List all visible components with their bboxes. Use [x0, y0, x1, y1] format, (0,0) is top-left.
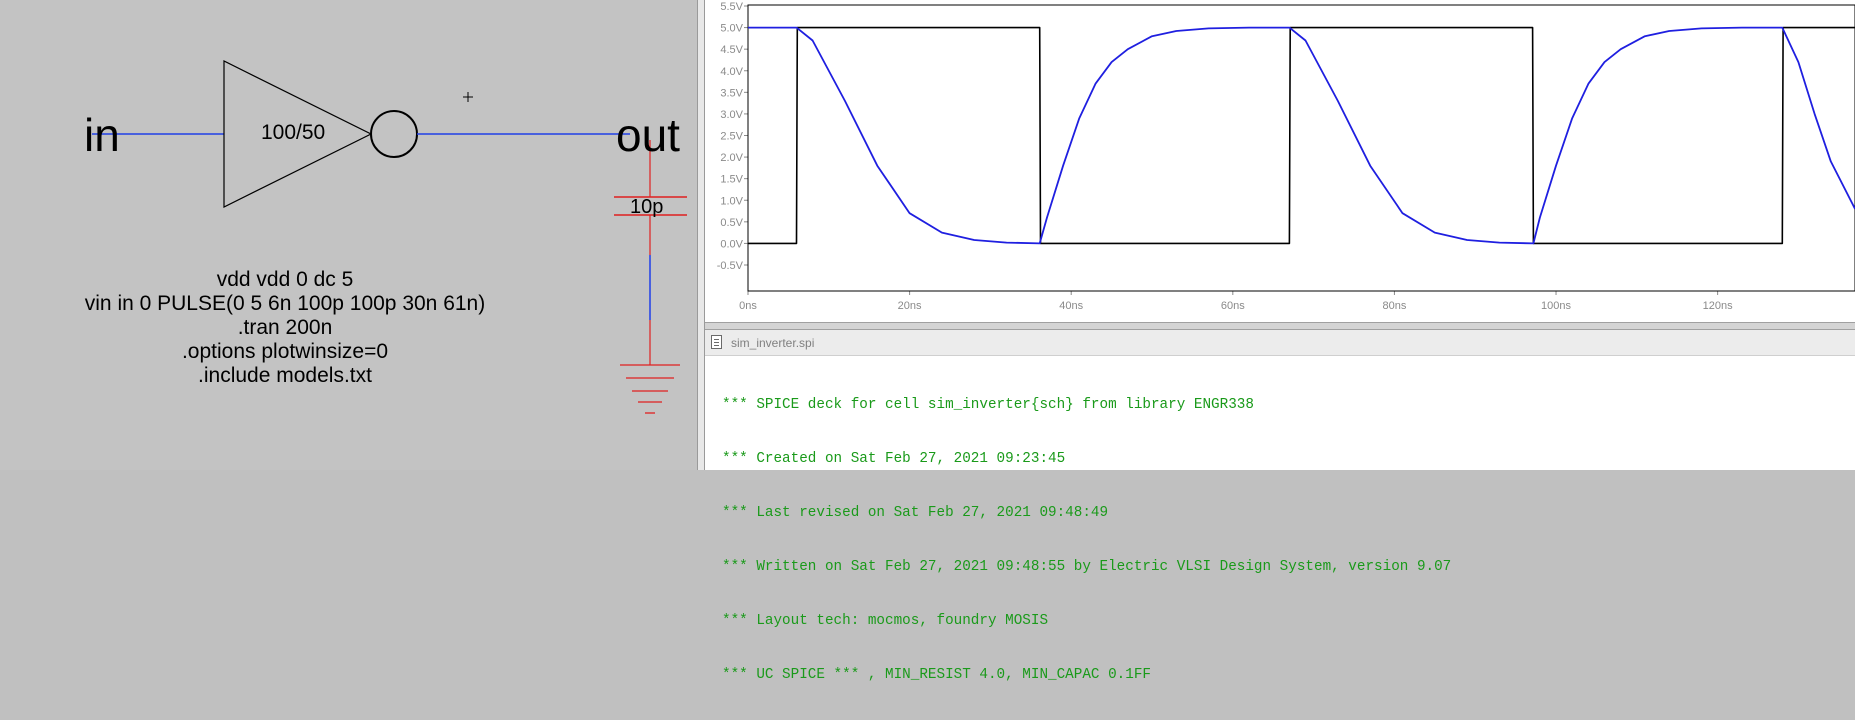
y-tick-label: 0.0V	[720, 238, 743, 250]
x-tick-label: 40ns	[1059, 300, 1083, 312]
spice-line[interactable]: vdd vdd 0 dc 5	[0, 268, 570, 292]
trace-vin[interactable]	[748, 26, 1855, 245]
trace-vout[interactable]	[748, 26, 1855, 245]
y-tick-label: 2.0V	[720, 152, 743, 164]
vertical-splitter[interactable]	[697, 0, 705, 470]
y-tick-label: 3.0V	[720, 109, 743, 121]
spice-line[interactable]: .include models.txt	[0, 364, 570, 388]
code-line[interactable]: *** Written on Sat Feb 27, 2021 09:48:55…	[722, 558, 1451, 576]
y-tick-label: 1.5V	[720, 174, 743, 186]
editor-titlebar[interactable]: sim_inverter.spi	[705, 330, 1855, 356]
schematic-drawing	[92, 60, 687, 414]
spice-line[interactable]: .options plotwinsize=0	[0, 340, 570, 364]
editor-filename: sim_inverter.spi	[731, 336, 815, 350]
x-tick-label: 120ns	[1703, 300, 1733, 312]
code-line[interactable]: *** Last revised on Sat Feb 27, 2021 09:…	[722, 504, 1451, 522]
x-tick-label: 60ns	[1221, 300, 1245, 312]
y-tick-label: 4.5V	[720, 44, 743, 56]
plot-frame	[747, 4, 1855, 292]
y-tick-label: -0.5V	[717, 260, 744, 272]
ground-icon[interactable]	[620, 364, 680, 414]
inverter-size-label: 100/50	[261, 121, 326, 144]
waveform-viewer[interactable]: 5.5V 5.0V 4.5V 4.0V 3.5V 3.0V 2.5V 2.0V 1.5V 1.0V…	[705, 0, 1855, 322]
y-tick-label: 4.0V	[720, 66, 743, 78]
inverter-bubble[interactable]	[370, 110, 418, 158]
x-tick-label: 80ns	[1382, 300, 1406, 312]
code-line[interactable]: *** UC SPICE *** , MIN_RESIST 4.0, MIN_C…	[722, 666, 1451, 684]
y-tick-label: 1.0V	[720, 195, 743, 207]
editor-text[interactable]: *** SPICE deck for cell sim_inverter{sch…	[722, 360, 1451, 720]
net-label-in[interactable]: in	[84, 108, 120, 162]
x-tick-label: 20ns	[898, 300, 922, 312]
capacitor-value-label: 10p	[630, 196, 664, 218]
spice-line[interactable]: .tran 200n	[0, 316, 570, 340]
code-line[interactable]: *** Layout tech: mocmos, foundry MOSIS	[722, 612, 1451, 630]
spice-editor[interactable]: sim_inverter.spi *** SPICE deck for cell…	[705, 330, 1855, 683]
x-tick-label: 0ns	[739, 300, 757, 312]
code-line[interactable]: *** SPICE deck for cell sim_inverter{sch…	[722, 396, 1451, 414]
horizontal-splitter[interactable]	[705, 322, 1855, 330]
file-icon	[711, 335, 722, 349]
code-line[interactable]: *** Created on Sat Feb 27, 2021 09:23:45	[722, 450, 1451, 468]
x-tick-label: 100ns	[1541, 300, 1571, 312]
y-tick-label: 5.0V	[720, 23, 743, 35]
schematic-canvas[interactable]: in out 100/50 10p vdd vdd 0 dc 5 vin in …	[0, 0, 697, 470]
y-tick-label: 2.5V	[720, 131, 743, 143]
y-tick-label: 5.5V	[720, 1, 743, 13]
spice-line[interactable]: vin in 0 PULSE(0 5 6n 100p 100p 30n 61n)	[0, 292, 570, 316]
y-tick-label: 0.5V	[720, 217, 743, 229]
waveform-plot[interactable]: 5.5V 5.0V 4.5V 4.0V 3.5V 3.0V 2.5V 2.0V 1.5V 1.0V…	[705, 0, 1855, 322]
net-label-out[interactable]: out	[616, 108, 680, 162]
y-tick-label: 3.5V	[720, 87, 743, 99]
